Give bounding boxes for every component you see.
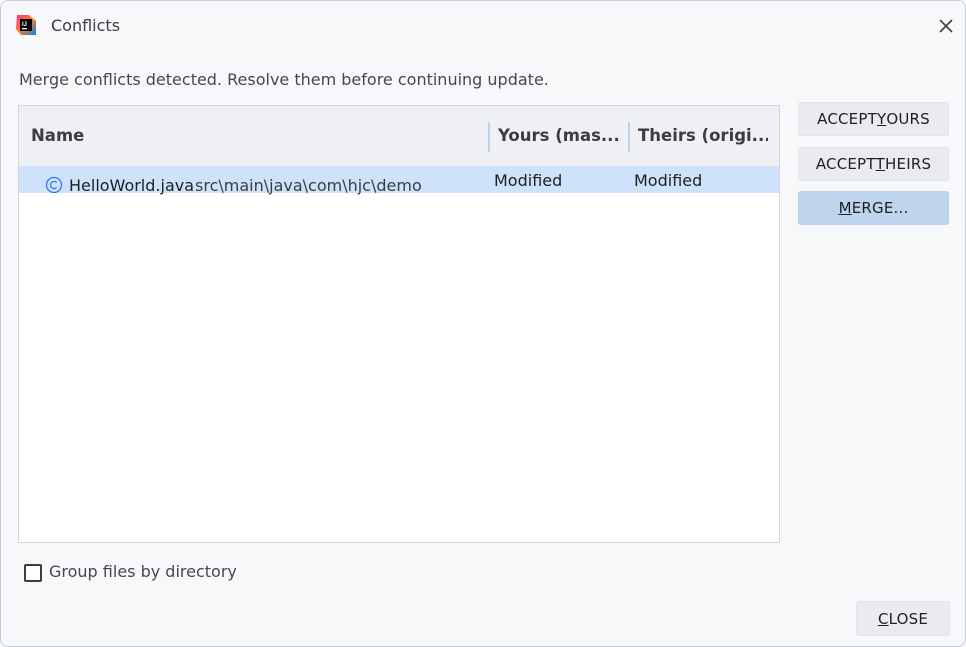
close-button[interactable]: C LOSE <box>856 601 950 636</box>
file-path: src\main\java\com\hjc\demo <box>195 176 422 195</box>
button-label: HEIRS <box>885 155 932 173</box>
conflicts-table[interactable]: Name Yours (mas... Theirs (origi... Hell… <box>18 105 780 543</box>
mnemonic: M <box>838 199 852 217</box>
dialog-title: Conflicts <box>51 16 121 35</box>
table-header: Name Yours (mas... Theirs (origi... <box>19 106 779 166</box>
java-class-icon <box>45 176 63 194</box>
mnemonic: T <box>875 155 886 173</box>
group-by-directory-label[interactable]: Group files by directory <box>49 562 237 581</box>
yours-status: Modified <box>494 171 563 190</box>
table-row[interactable]: HelloWorld.java src\main\java\com\hjc\de… <box>19 166 779 195</box>
button-label: ACCEPT <box>817 110 877 128</box>
conflicts-dialog: IJ Conflicts Merge conflicts detected. R… <box>0 0 966 647</box>
column-separator[interactable] <box>628 122 630 152</box>
button-label: OURS <box>886 110 930 128</box>
conflict-message: Merge conflicts detected. Resolve them b… <box>19 70 549 89</box>
mnemonic: C <box>877 609 889 628</box>
intellij-idea-icon: IJ <box>16 15 36 35</box>
accept-yours-button[interactable]: ACCEPT Y OURS <box>798 102 949 136</box>
column-separator[interactable] <box>488 122 490 152</box>
button-label: ERGE... <box>851 199 909 217</box>
dialog-content: Merge conflicts detected. Resolve them b… <box>1 51 965 646</box>
title-bar: IJ Conflicts <box>1 1 965 51</box>
theirs-status: Modified <box>634 171 703 190</box>
group-by-directory-checkbox[interactable] <box>24 564 42 582</box>
button-label: LOSE <box>888 609 929 628</box>
column-header-name[interactable]: Name <box>31 126 471 145</box>
column-header-theirs[interactable]: Theirs (origi... <box>638 126 768 145</box>
column-header-yours[interactable]: Yours (mas... <box>498 126 623 145</box>
accept-theirs-button[interactable]: ACCEPT T HEIRS <box>798 147 949 181</box>
mnemonic: Y <box>876 110 887 128</box>
svg-text:IJ: IJ <box>22 22 27 28</box>
merge-button[interactable]: M ERGE... <box>798 191 949 225</box>
close-icon[interactable] <box>935 15 957 37</box>
button-label: ACCEPT <box>815 155 876 173</box>
file-name: HelloWorld.java <box>69 176 195 195</box>
